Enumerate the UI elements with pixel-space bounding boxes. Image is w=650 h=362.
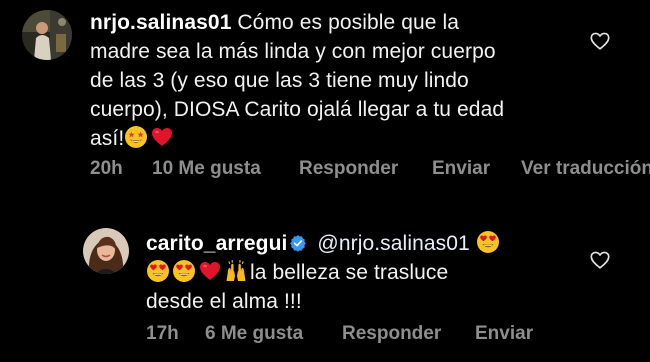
comment-meta: 20h 10 Me gusta Responder Enviar Ver tra… xyxy=(0,158,650,182)
comment-username[interactable]: nrjo.salinas01 xyxy=(90,11,231,34)
like-heart-icon[interactable] xyxy=(589,249,611,271)
reply-time: 17h xyxy=(146,323,179,344)
star-struck-emoji xyxy=(124,125,148,149)
avatar[interactable] xyxy=(83,228,129,274)
mention-link[interactable]: @nrjo.salinas01 xyxy=(317,232,469,255)
avatar[interactable] xyxy=(22,10,72,60)
verified-badge-icon xyxy=(289,234,307,252)
like-count-button[interactable]: 10 Me gusta xyxy=(152,158,261,180)
comment-text-line: así! xyxy=(90,127,125,150)
like-count-button[interactable]: 6 Me gusta xyxy=(205,323,303,345)
heart-eyes-emoji xyxy=(146,259,170,283)
heart-eyes-emoji xyxy=(172,259,196,283)
raising-hands-emoji xyxy=(224,259,248,283)
comment-text-line: cuerpo), DIOSA Carito ojalá llegar a tu … xyxy=(90,98,505,121)
reply-username[interactable]: carito_arregui xyxy=(146,232,287,255)
comment-text-line: madre sea la más linda y con mejor cuerp… xyxy=(90,40,496,63)
heart-eyes-emoji xyxy=(476,230,500,254)
reply-button[interactable]: Responder xyxy=(299,158,398,180)
red-heart-emoji xyxy=(150,125,174,149)
comment-text: nrjo.salinas01 Cómo es posible que la ma… xyxy=(90,8,590,153)
comment-text-line: Cómo es posible que la xyxy=(237,11,460,34)
reply-text-line: desde el alma !!! xyxy=(146,290,302,313)
send-button[interactable]: Enviar xyxy=(432,158,490,180)
translate-button[interactable]: Ver traducción xyxy=(521,158,650,180)
comment-text-line: de las 3 (y eso que las 3 tiene muy lind… xyxy=(90,69,469,92)
red-heart-emoji xyxy=(198,259,222,283)
send-button[interactable]: Enviar xyxy=(475,323,533,345)
comment-time: 20h xyxy=(90,158,123,179)
reply-button[interactable]: Responder xyxy=(342,323,441,345)
reply-text-line: la belleza se trasluce xyxy=(250,261,449,284)
like-heart-icon[interactable] xyxy=(589,30,611,52)
reply-text: carito_arregui @nrjo.salinas01 la bellez… xyxy=(146,229,586,316)
reply-meta: 17h 6 Me gusta Responder Enviar xyxy=(0,323,650,347)
